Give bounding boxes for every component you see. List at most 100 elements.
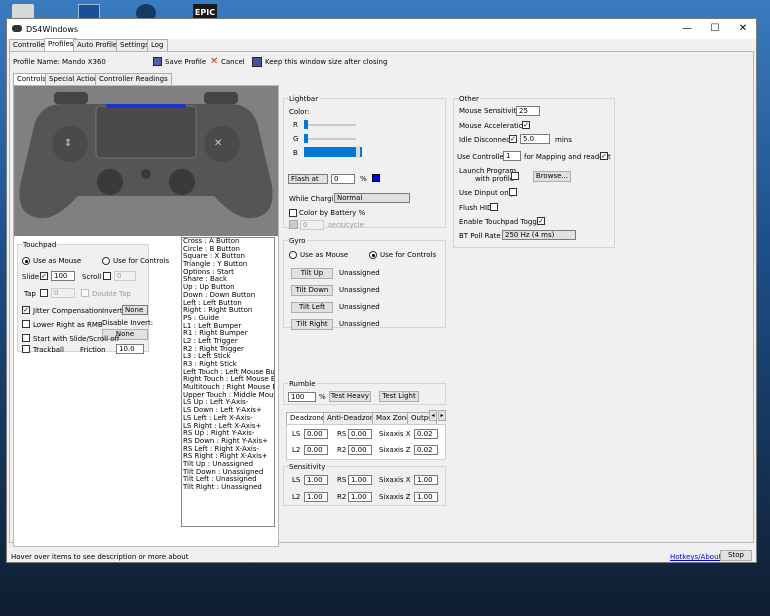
green-slider-thumb[interactable] xyxy=(304,134,308,143)
hotkeys-about-link[interactable]: Hotkeys/About xyxy=(670,553,721,561)
red-label: R xyxy=(293,121,298,129)
for-mapping-label: for Mapping and readout xyxy=(524,153,611,161)
sens-sixaxis-z-input[interactable]: 1.00 xyxy=(414,492,438,502)
tilt-left-button[interactable]: Tilt Left xyxy=(291,302,333,313)
blue-slider-thumb[interactable] xyxy=(356,146,360,158)
idle-disconnect-checkbox[interactable]: ✓ xyxy=(509,135,517,143)
profile-name-label: Profile Name: xyxy=(13,58,61,66)
test-heavy-button[interactable]: Test Heavy xyxy=(329,391,371,402)
rumble-input[interactable]: 100 xyxy=(288,392,316,402)
tabs-scroll-right[interactable]: ▸ xyxy=(438,410,446,421)
invert-select[interactable]: None xyxy=(122,305,148,315)
friction-label: Friction xyxy=(80,346,106,354)
mouse-acceleration-checkbox[interactable]: ✓ xyxy=(522,121,530,129)
test-light-button[interactable]: Test Light xyxy=(379,391,419,402)
tilt-up-button[interactable]: Tilt Up xyxy=(291,268,333,279)
rumble-title: Rumble xyxy=(288,380,317,388)
touchpad-use-controls-radio[interactable] xyxy=(102,257,110,265)
resize-icon xyxy=(252,57,262,67)
sens-sixaxis-x-input[interactable]: 1.00 xyxy=(414,475,438,485)
dz-rs-input[interactable]: 0.00 xyxy=(348,429,372,439)
tilt-down-button[interactable]: Tilt Down xyxy=(291,285,333,296)
tilt-right-button[interactable]: Tilt Right xyxy=(291,319,333,330)
cancel-button[interactable]: Cancel xyxy=(221,58,245,66)
green-slider-track[interactable] xyxy=(304,138,356,140)
dz-sixaxis-z-input[interactable]: 0.02 xyxy=(414,445,438,455)
jitter-checkbox[interactable]: ✓ xyxy=(22,306,30,314)
sens-r2-input[interactable]: 1.00 xyxy=(348,492,372,502)
save-profile-button[interactable]: Save Profile xyxy=(165,58,206,66)
maximize-button[interactable]: ☐ xyxy=(703,21,727,37)
tab-controller-readings[interactable]: Controller Readings xyxy=(95,73,172,85)
tab-log[interactable]: Log xyxy=(147,39,168,51)
keep-window-size-button[interactable]: Keep this window size after closing xyxy=(265,58,387,66)
charging-select[interactable]: Normal xyxy=(334,193,410,203)
tap-input[interactable]: 0 xyxy=(51,288,75,298)
title-bar: DS4Windows — ☐ ✕ xyxy=(7,19,756,39)
close-button[interactable]: ✕ xyxy=(731,21,755,37)
flush-hid-checkbox[interactable] xyxy=(490,203,498,211)
mapping-item[interactable]: Tilt Right : Unassigned xyxy=(182,483,274,492)
for-mapping-checkbox[interactable]: ✓ xyxy=(600,152,608,160)
use-dinput-checkbox[interactable] xyxy=(509,188,517,196)
start-slide-off-label: Start with Slide/Scroll off xyxy=(33,335,120,343)
controller-image[interactable] xyxy=(14,86,278,236)
trackball-checkbox[interactable] xyxy=(22,345,30,353)
profiles-panel: Profile Name: Mando X360 Save Profile ✕ … xyxy=(9,51,754,547)
use-controller-label: Use Controller xyxy=(457,153,507,161)
start-slide-off-checkbox[interactable] xyxy=(22,334,30,342)
touchpad-toggle-checkbox[interactable]: ✓ xyxy=(537,217,545,225)
profile-name-value[interactable]: Mando X360 xyxy=(62,58,106,66)
friction-input[interactable]: 10.0 xyxy=(116,344,144,354)
dz-sixaxis-x-input[interactable]: 0.02 xyxy=(414,429,438,439)
browse-button[interactable]: Browse... xyxy=(533,171,571,182)
slide-label: Slide xyxy=(22,273,40,281)
sens-l2-label: L2 xyxy=(292,493,301,501)
sens-sixaxis-z-label: Sixaxis Z xyxy=(379,493,411,501)
flash-select[interactable]: Flash at xyxy=(288,174,328,184)
mappings-list[interactable]: Cross : A Button Circle : B Button Square … xyxy=(181,237,275,527)
flash-input[interactable]: 0 xyxy=(331,174,355,184)
launch-program-checkbox[interactable] xyxy=(511,172,519,180)
mouse-acceleration-label: Mouse Acceleration xyxy=(459,122,528,130)
sens-l2-input[interactable]: 1.00 xyxy=(304,492,328,502)
touchpad-use-mouse-radio[interactable] xyxy=(22,257,30,265)
dz-r2-input[interactable]: 0.00 xyxy=(348,445,372,455)
sens-rs-input[interactable]: 1.00 xyxy=(348,475,372,485)
red-slider-thumb[interactable] xyxy=(304,120,308,129)
bt-poll-select[interactable]: 250 Hz (4 ms) xyxy=(502,230,576,240)
idle-disconnect-input[interactable]: 5.0 xyxy=(520,134,550,144)
tabs-scroll-left[interactable]: ◂ xyxy=(429,410,437,421)
color-swatch[interactable] xyxy=(372,174,380,182)
gyro-use-controls-radio[interactable] xyxy=(369,251,377,259)
gyro-use-controls-label: Use for Controls xyxy=(380,251,437,259)
face-buttons-icon[interactable]: ✕ xyxy=(214,138,222,149)
gamepad-icon xyxy=(12,25,22,32)
color-by-battery-checkbox[interactable] xyxy=(289,209,297,217)
stop-button[interactable]: Stop xyxy=(720,550,752,561)
idle-disconnect-label: Idle Disconnect xyxy=(459,136,513,144)
secs-input[interactable]: 0 xyxy=(300,220,324,230)
tap-checkbox[interactable] xyxy=(40,289,48,297)
gyro-use-mouse-radio[interactable] xyxy=(289,251,297,259)
double-tap-checkbox[interactable] xyxy=(81,289,89,297)
slide-checkbox[interactable]: ✓ xyxy=(40,272,48,280)
mouse-sensitivity-input[interactable]: 25 xyxy=(516,106,540,116)
sens-ls-input[interactable]: 1.00 xyxy=(304,475,328,485)
color-picker-icon[interactable] xyxy=(289,220,298,229)
idle-mins-label: mins xyxy=(555,136,572,144)
dz-l2-input[interactable]: 0.00 xyxy=(304,445,328,455)
scroll-checkbox[interactable] xyxy=(103,272,111,280)
minimize-button[interactable]: — xyxy=(675,21,699,37)
lower-right-rmb-checkbox[interactable] xyxy=(22,320,30,328)
scroll-input[interactable]: 0 xyxy=(114,271,136,281)
use-controller-input[interactable]: 1 xyxy=(503,151,521,161)
blue-slider[interactable] xyxy=(304,147,362,157)
trackball-label: Trackball xyxy=(33,346,64,354)
slide-input[interactable]: 100 xyxy=(51,271,75,281)
tilt-up-value: Unassigned xyxy=(339,269,380,277)
dz-ls-input[interactable]: 0.00 xyxy=(304,429,328,439)
sens-r2-label: R2 xyxy=(337,493,347,501)
red-slider-track[interactable] xyxy=(304,124,356,126)
dpad-icon[interactable]: ⇕ xyxy=(64,138,72,149)
